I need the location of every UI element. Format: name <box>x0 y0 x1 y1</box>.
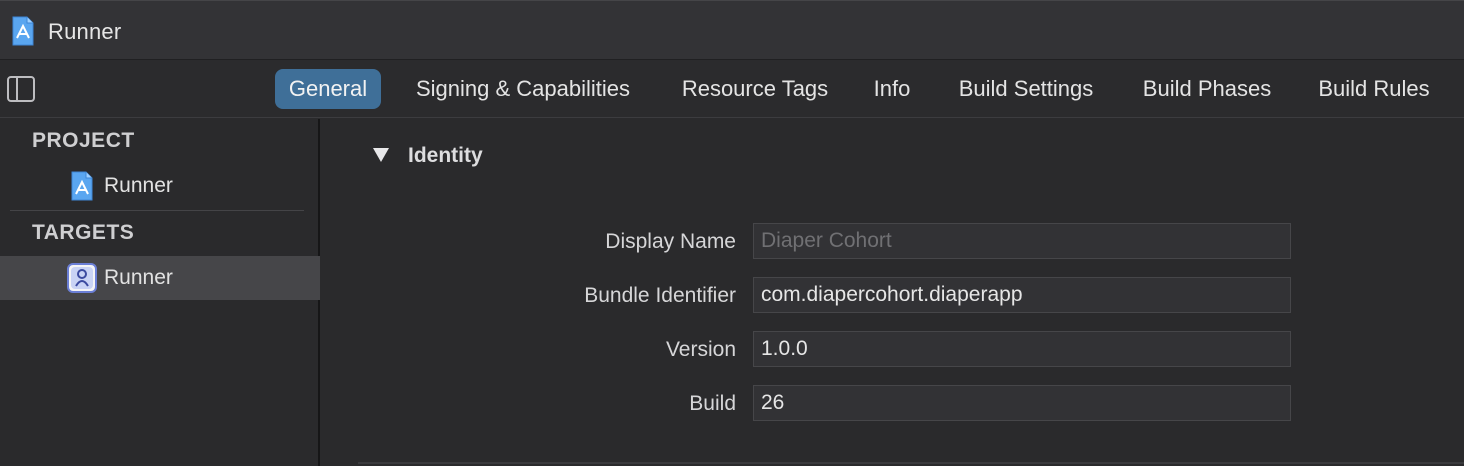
window-title: Runner <box>48 19 122 44</box>
sidebar-item-target-runner[interactable]: Runner <box>0 256 320 300</box>
title-bar: Runner <box>0 0 1464 60</box>
display-name-field[interactable] <box>753 223 1291 259</box>
sidebar-divider <box>10 210 304 211</box>
tab-general[interactable]: General <box>275 69 381 109</box>
sidebar-item-project-runner[interactable]: Runner <box>0 164 320 208</box>
project-navigator-sidebar: PROJECT Runner TARGETS Runner <box>0 119 320 466</box>
general-settings-panel: Identity Display Name Bundle Identifier … <box>322 119 1464 466</box>
sidebar-item-label: Runner <box>104 174 173 197</box>
tab-build-phases[interactable]: Build Phases <box>1130 69 1284 109</box>
tab-build-settings[interactable]: Build Settings <box>944 69 1108 109</box>
tab-info[interactable]: Info <box>862 69 922 109</box>
identity-section-title: Identity <box>408 144 483 167</box>
disclosure-triangle-down-icon[interactable] <box>372 147 390 163</box>
build-field[interactable] <box>753 385 1291 421</box>
tab-signing-capabilities[interactable]: Signing & Capabilities <box>399 69 647 109</box>
section-divider <box>358 462 1464 464</box>
sidebar-item-label: Runner <box>104 266 173 289</box>
build-label: Build <box>689 392 736 415</box>
sidebar-toggle-icon[interactable] <box>7 76 35 102</box>
xcode-project-icon <box>71 171 93 201</box>
editor-tab-bar: General Signing & Capabilities Resource … <box>0 60 1464 118</box>
app-target-icon <box>67 263 97 293</box>
tab-build-rules[interactable]: Build Rules <box>1306 69 1442 109</box>
bundle-identifier-field[interactable] <box>753 277 1291 313</box>
targets-section-header: TARGETS <box>32 221 135 244</box>
xcode-project-file-icon <box>12 16 34 46</box>
display-name-label: Display Name <box>605 230 736 253</box>
xcode-window: Runner General Signing & Capabilities Re… <box>0 0 1464 466</box>
project-section-header: PROJECT <box>32 129 135 152</box>
version-field[interactable] <box>753 331 1291 367</box>
version-label: Version <box>665 338 736 361</box>
bundle-identifier-label: Bundle Identifier <box>584 284 736 307</box>
tab-resource-tags[interactable]: Resource Tags <box>669 69 841 109</box>
